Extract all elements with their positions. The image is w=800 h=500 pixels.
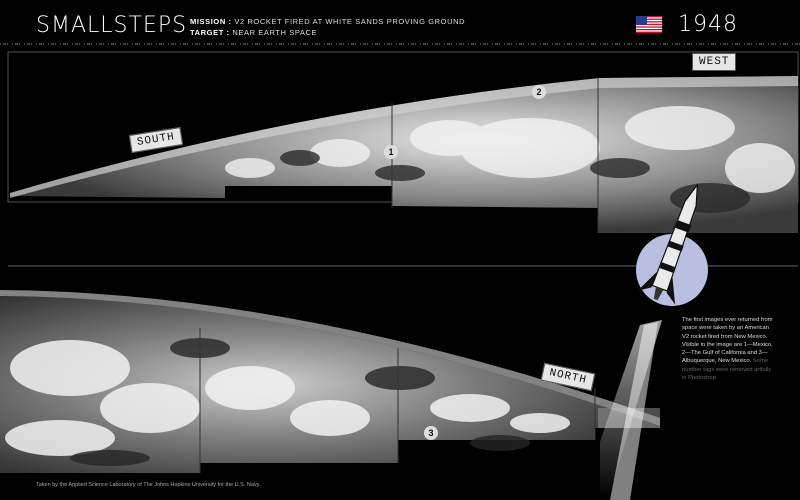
mission-value: V2 ROCKET FIRED AT WHITE SANDS PROVING G… [234, 17, 466, 26]
photo-credit: Taken by the Applied Science Laboratory … [36, 482, 261, 488]
mission-info: MISSION : V2 ROCKET FIRED AT WHITE SANDS… [190, 16, 465, 38]
us-flag-icon [636, 16, 662, 33]
target-value: NEAR EARTH SPACE [232, 28, 318, 37]
dotted-divider [0, 43, 800, 45]
caption: The first images ever returned from spac… [682, 316, 774, 382]
west-tag: WEST [692, 53, 737, 71]
year-label: 1948 [678, 12, 738, 37]
target-label: TARGET : [190, 28, 230, 37]
brand-title: SMALLSTEPS [36, 13, 188, 38]
header: SMALLSTEPS MISSION : V2 ROCKET FIRED AT … [0, 0, 800, 50]
marker-3: 3 [424, 426, 438, 440]
mission-label: MISSION : [190, 17, 232, 26]
marker-1: 1 [384, 145, 398, 159]
marker-2: 2 [532, 85, 546, 99]
